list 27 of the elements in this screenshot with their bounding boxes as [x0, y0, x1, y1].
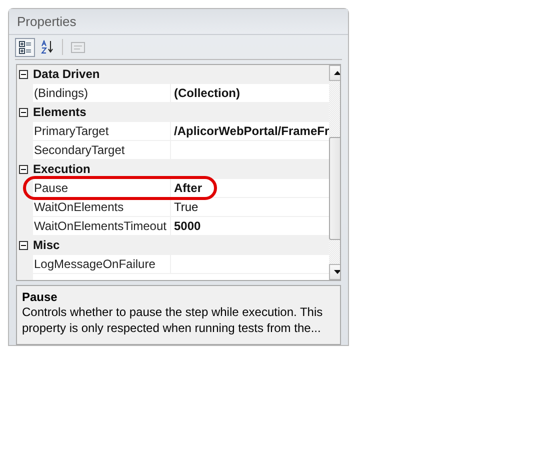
category-label: Elements — [33, 105, 86, 119]
collapse-icon[interactable] — [19, 108, 28, 116]
property-name[interactable]: PrimaryTarget — [33, 122, 171, 141]
category-label: Execution — [33, 162, 90, 176]
property-name[interactable]: (Bindings) — [33, 84, 171, 103]
category-row[interactable]: Elements — [17, 103, 330, 122]
category-label: Data Driven — [33, 67, 100, 81]
property-name[interactable]: Pause — [33, 179, 171, 198]
property-name[interactable]: WaitOnElementsTimeout — [33, 217, 171, 236]
property-name[interactable]: LogMessageOnFailure — [33, 255, 171, 274]
categorized-button[interactable] — [15, 38, 35, 56]
description-title: Pause — [22, 290, 58, 304]
category-label: Misc — [33, 238, 60, 252]
category-row[interactable]: Execution — [17, 160, 330, 179]
up-arrow-icon — [334, 71, 340, 75]
categorized-icon — [18, 40, 32, 54]
property-name[interactable]: SecondaryTarget — [33, 141, 171, 160]
panel-title: Properties — [9, 9, 348, 35]
sort-az-icon — [40, 40, 54, 54]
category-row[interactable]: Data Driven — [17, 65, 330, 84]
down-arrow-icon — [334, 270, 340, 274]
collapse-icon[interactable] — [19, 240, 28, 250]
property-pages-icon — [71, 40, 85, 54]
description-text: Controls whether to pause the step while execution. This property is only respected when running tests from the... — [22, 304, 324, 336]
collapse-icon[interactable] — [19, 164, 28, 174]
category-row[interactable]: Misc — [17, 236, 330, 255]
collapse-icon[interactable] — [19, 70, 28, 78]
